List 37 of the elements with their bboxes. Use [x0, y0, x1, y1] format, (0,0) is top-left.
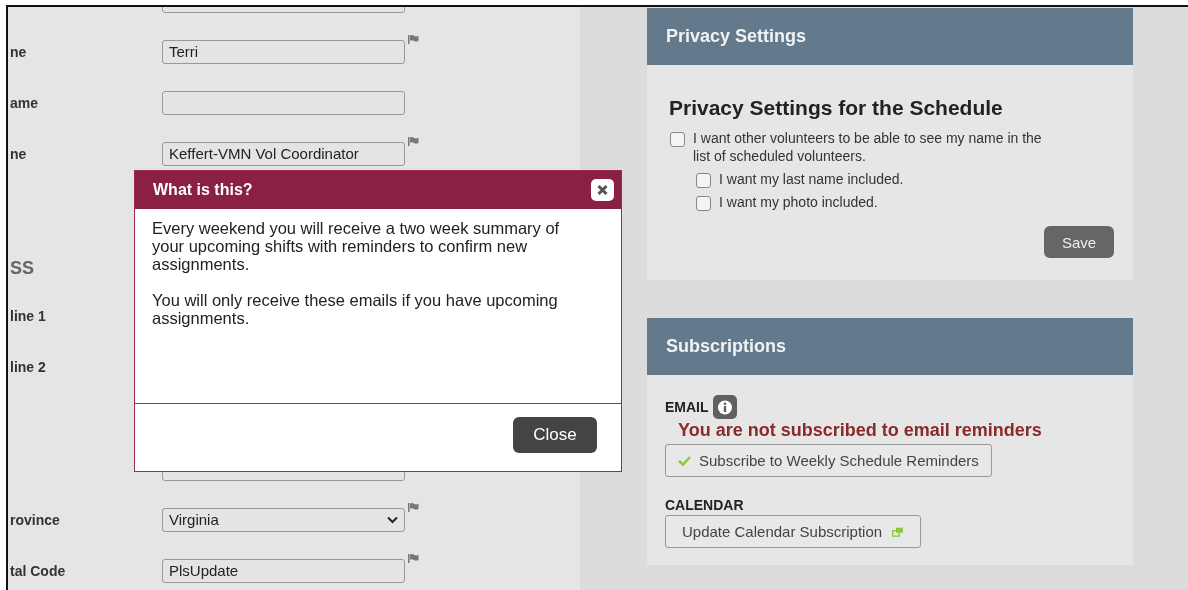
field-label: ne [9, 43, 27, 60]
check-icon [678, 455, 691, 466]
section-heading: SS [9, 258, 34, 279]
close-button[interactable]: Close [513, 416, 597, 453]
state-dropdown[interactable]: Virginia [162, 507, 405, 532]
subscribe-button[interactable]: Subscribe to Weekly Schedule Reminders [665, 444, 992, 477]
external-link-icon [892, 526, 905, 537]
checkbox-label: I want my photo included. [719, 193, 879, 211]
checkbox-label: I want my last name included. [719, 170, 905, 188]
checkbox[interactable] [696, 173, 711, 188]
input-field[interactable] [162, 90, 405, 115]
field-label: rovince [9, 511, 60, 528]
calendar-button[interactable]: Update Calendar Subscription [665, 515, 922, 548]
checkbox[interactable] [696, 196, 711, 211]
close-icon[interactable] [591, 179, 614, 201]
field-label: line 2 [9, 358, 46, 375]
card-header: Privacy Settings [647, 8, 1133, 65]
checkbox-label: I want other volunteers to be able to see my name in the list of scheduled volunteers. [693, 129, 1043, 165]
checkbox[interactable] [670, 132, 685, 147]
dialog-text: Every weekend you will receive a two week summary of your upcoming shifts with reminders to confirm new assignments. [152, 219, 561, 273]
field-label: ne [9, 145, 27, 162]
input-field[interactable]: Terri [162, 39, 405, 64]
dialog-text: You will only receive these emails if you have upcoming assignments. [152, 291, 559, 327]
input-field[interactable]: Keffert-VMN Vol Coordinator [162, 141, 405, 166]
info-icon[interactable] [712, 395, 737, 419]
email-label: EMAIL [665, 399, 709, 415]
field-label: ame [9, 94, 39, 111]
field-label: tal Code [9, 562, 66, 579]
input-field[interactable]: PlsUpdate [162, 558, 405, 583]
calendar-label: CALENDAR [665, 497, 745, 513]
dialog-title: What is this? [153, 181, 253, 199]
save-button[interactable]: Save [1044, 226, 1114, 258]
card-header: Subscriptions [647, 318, 1133, 375]
section-title: Privacy Settings for the Schedule [669, 96, 1004, 120]
chevron-down-icon [387, 515, 398, 524]
subscription-status: You are not subscribed to email reminders [678, 420, 1043, 441]
field-label: line 1 [9, 307, 46, 324]
